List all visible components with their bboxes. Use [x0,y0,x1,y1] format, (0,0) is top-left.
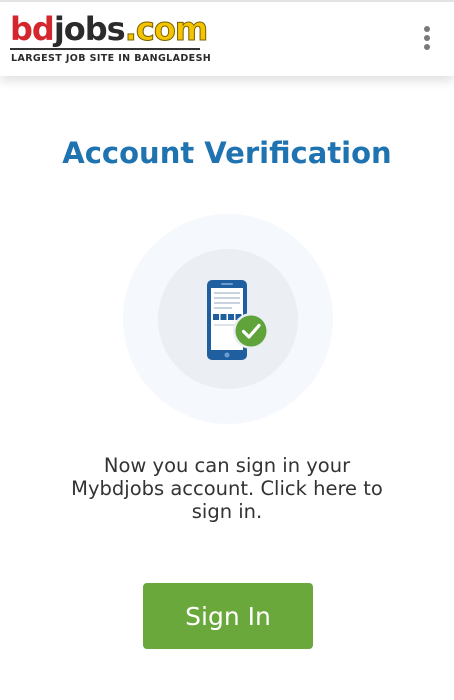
logo-underline [10,48,200,50]
logo-tagline: LARGEST JOB SITE IN BANGLADESH [11,53,212,64]
bdjobs-logo[interactable]: bdjobs.com LARGEST JOB SITE IN BANGLADES… [10,10,212,68]
menu-dot [424,26,430,32]
sign-in-button[interactable]: Sign In [143,583,313,649]
logo-jobs: jobs [53,10,126,48]
sign-in-message: Now you can sign in your Mybdjobs accoun… [71,454,383,523]
phone-verified-icon [207,280,269,360]
logo-bd: bd [10,10,55,48]
menu-dot [424,44,430,50]
site-header: bdjobs.com LARGEST JOB SITE IN BANGLADES… [0,2,454,76]
check-badge-icon [233,313,269,349]
logo-dotcom: .com [124,10,208,48]
logo-wordmark: bdjobs.com [10,10,209,48]
page-title: Account Verification [62,136,392,170]
menu-dot [424,35,430,41]
kebab-menu-icon[interactable] [422,26,432,54]
